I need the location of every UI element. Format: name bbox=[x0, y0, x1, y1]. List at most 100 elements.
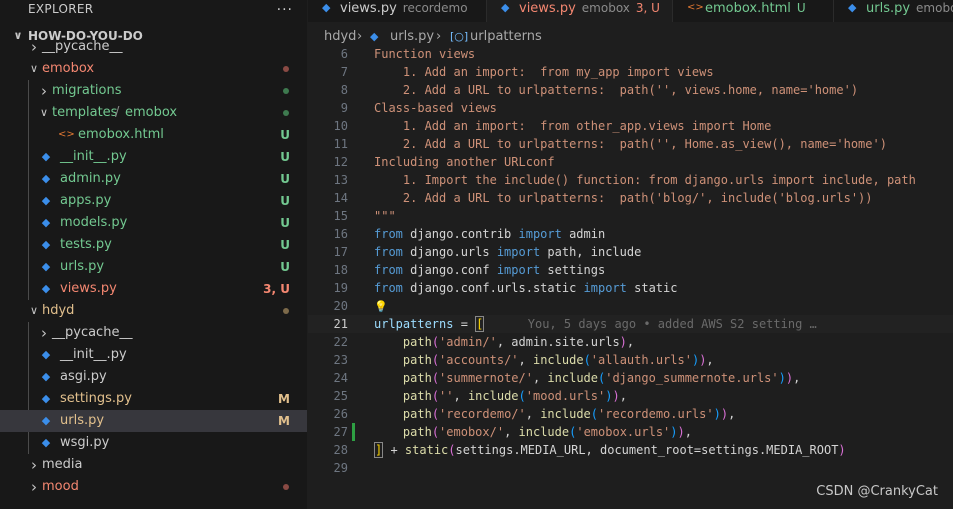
tab-filename: emobox.html bbox=[705, 1, 791, 16]
tree-file[interactable]: <> emobox.html U bbox=[0, 124, 307, 146]
tree-folder[interactable]: › migrations bbox=[0, 80, 307, 102]
tree-item-label: emobox.html bbox=[78, 127, 164, 142]
string: 'django_summernote.urls' bbox=[605, 371, 779, 385]
tree-folder[interactable]: ∨ templates / emobox bbox=[0, 102, 307, 124]
tree-file[interactable]: ◆ views.py 3, U bbox=[0, 278, 307, 300]
docstring-text: 1. Add an import: from my_app import vie… bbox=[374, 65, 714, 79]
tree-folder[interactable]: › __pycache__ bbox=[0, 36, 307, 58]
module-name: django.conf.urls.static bbox=[402, 281, 584, 295]
tab-label: views.py emobox 3, U bbox=[519, 0, 660, 17]
code-line: 2. Add a URL to urlpatterns: path('blog/… bbox=[374, 189, 873, 207]
tree-folder[interactable]: ∨ hdyd bbox=[0, 300, 307, 322]
attribute-chain: admin.site.urls bbox=[511, 335, 620, 349]
tree-item-label: wsgi.py bbox=[60, 435, 110, 450]
editor-tab[interactable]: ◆ views.py emobox 3, U bbox=[487, 0, 673, 22]
bracket: ] bbox=[374, 442, 384, 458]
tree-folder[interactable]: › mood bbox=[0, 476, 307, 498]
tree-item-label: settings.py bbox=[60, 391, 132, 406]
comma: , bbox=[728, 407, 736, 421]
python-file-icon: ◆ bbox=[41, 348, 51, 361]
string: '' bbox=[439, 389, 454, 403]
tree-file[interactable]: ◆ wsgi.py bbox=[0, 432, 307, 454]
function-name: path bbox=[402, 353, 432, 367]
editor-tab[interactable]: <> emobox.html U bbox=[673, 0, 834, 22]
line-number: 21 bbox=[333, 317, 348, 331]
operator: + bbox=[383, 443, 405, 457]
tree-file[interactable]: ◆ models.py U bbox=[0, 212, 307, 234]
code-line: path('admin/', admin.site.urls), bbox=[374, 333, 634, 351]
more-actions-icon[interactable]: ... bbox=[277, 0, 293, 15]
editor-tab[interactable]: ◆ views.py recordemo bbox=[308, 0, 487, 22]
tree-file[interactable]: ◆ settings.py M bbox=[0, 388, 307, 410]
code-line: from django.urls import path, include bbox=[374, 243, 641, 261]
function-name: include bbox=[532, 353, 584, 367]
code-line: Class-based views bbox=[374, 99, 497, 117]
tree-file[interactable]: ◆ tests.py U bbox=[0, 234, 307, 256]
string: 'emobox/' bbox=[439, 425, 505, 439]
line-number: 14 bbox=[333, 191, 348, 205]
code-line: path('recordemo/', include('recordemo.ur… bbox=[374, 405, 735, 423]
lightbulb-icon: 💡 bbox=[374, 300, 388, 313]
code-line: urlpatterns = [ You, 5 days ago • added … bbox=[374, 315, 817, 333]
module-name: django.conf bbox=[402, 263, 497, 277]
function-name: include bbox=[518, 425, 570, 439]
code-line: path('', include('mood.urls')), bbox=[374, 387, 627, 405]
imported-names: settings bbox=[540, 263, 606, 277]
string: 'emobox.urls' bbox=[576, 425, 671, 439]
paren: ) bbox=[785, 371, 794, 385]
tree-item-label: emobox bbox=[125, 105, 178, 120]
code-editor[interactable]: 6 Function views 7 1. Add an import: from … bbox=[308, 44, 953, 509]
git-status-badge: U bbox=[280, 150, 290, 164]
git-status-badge: M bbox=[278, 414, 290, 428]
tree-file[interactable]: ◆ admin.py U bbox=[0, 168, 307, 190]
git-status-dot bbox=[283, 110, 289, 116]
tab-filename: urls.py bbox=[866, 1, 911, 16]
paren: ( bbox=[431, 425, 440, 439]
imported-names: static bbox=[626, 281, 678, 295]
tree-file[interactable]: ◆ __init__.py bbox=[0, 344, 307, 366]
comma: , bbox=[619, 389, 627, 403]
python-file-icon: ◆ bbox=[41, 150, 51, 163]
function-name: include bbox=[467, 389, 519, 403]
paren: ( bbox=[431, 389, 440, 403]
chevron-down-icon: ∨ bbox=[29, 62, 39, 75]
line-number: 9 bbox=[340, 101, 348, 115]
tree-file[interactable]: ◆ urls.py M bbox=[0, 410, 307, 432]
function-name: path bbox=[402, 407, 432, 421]
line-number: 27 bbox=[333, 425, 348, 439]
tab-label: views.py recordemo bbox=[340, 0, 468, 17]
tab-description: recordemo bbox=[402, 1, 468, 15]
paren: ( bbox=[431, 353, 440, 367]
keyword: import bbox=[496, 245, 541, 259]
tree-item-label: apps.py bbox=[60, 193, 112, 208]
line-number: 12 bbox=[333, 155, 348, 169]
docstring-text: 2. Add a URL to urlpatterns: path('', Ho… bbox=[374, 137, 887, 151]
git-blame-annotation: You, 5 days ago • added AWS S2 setting … bbox=[484, 317, 817, 331]
operator: = bbox=[453, 317, 476, 331]
function-name: include bbox=[540, 407, 591, 421]
imported-names: path, include bbox=[540, 245, 642, 259]
paren: ) bbox=[713, 407, 721, 421]
line-number: 13 bbox=[333, 173, 348, 187]
comma: , bbox=[684, 425, 692, 439]
tree-file[interactable]: ◆ urls.py U bbox=[0, 256, 307, 278]
tree-file[interactable]: ◆ asgi.py bbox=[0, 366, 307, 388]
tree-file[interactable]: ◆ apps.py U bbox=[0, 190, 307, 212]
docstring-text: """ bbox=[374, 209, 396, 223]
explorer-sidebar: EXPLORER ... ∨ HOW-DO-YOU-DO › __pycache__ ∨… bbox=[0, 0, 307, 509]
editor-tab[interactable]: ◆ urls.py emobox bbox=[834, 0, 953, 22]
python-file-icon: ◆ bbox=[41, 260, 51, 273]
tree-file[interactable]: ◆ __init__.py U bbox=[0, 146, 307, 168]
git-status-badge: U bbox=[280, 260, 290, 274]
tree-folder[interactable]: ∨ emobox bbox=[0, 58, 307, 80]
tab-filename: views.py bbox=[519, 1, 576, 16]
git-status-badge: U bbox=[280, 194, 290, 208]
tree-folder[interactable]: › __pycache__ bbox=[0, 322, 307, 344]
line-number: 20 bbox=[333, 299, 348, 313]
keyword: from bbox=[374, 227, 403, 241]
tree-folder[interactable]: › media bbox=[0, 454, 307, 476]
python-file-icon: ◆ bbox=[41, 238, 51, 251]
git-status-dot bbox=[283, 308, 289, 314]
python-file-icon: ◆ bbox=[501, 1, 510, 14]
